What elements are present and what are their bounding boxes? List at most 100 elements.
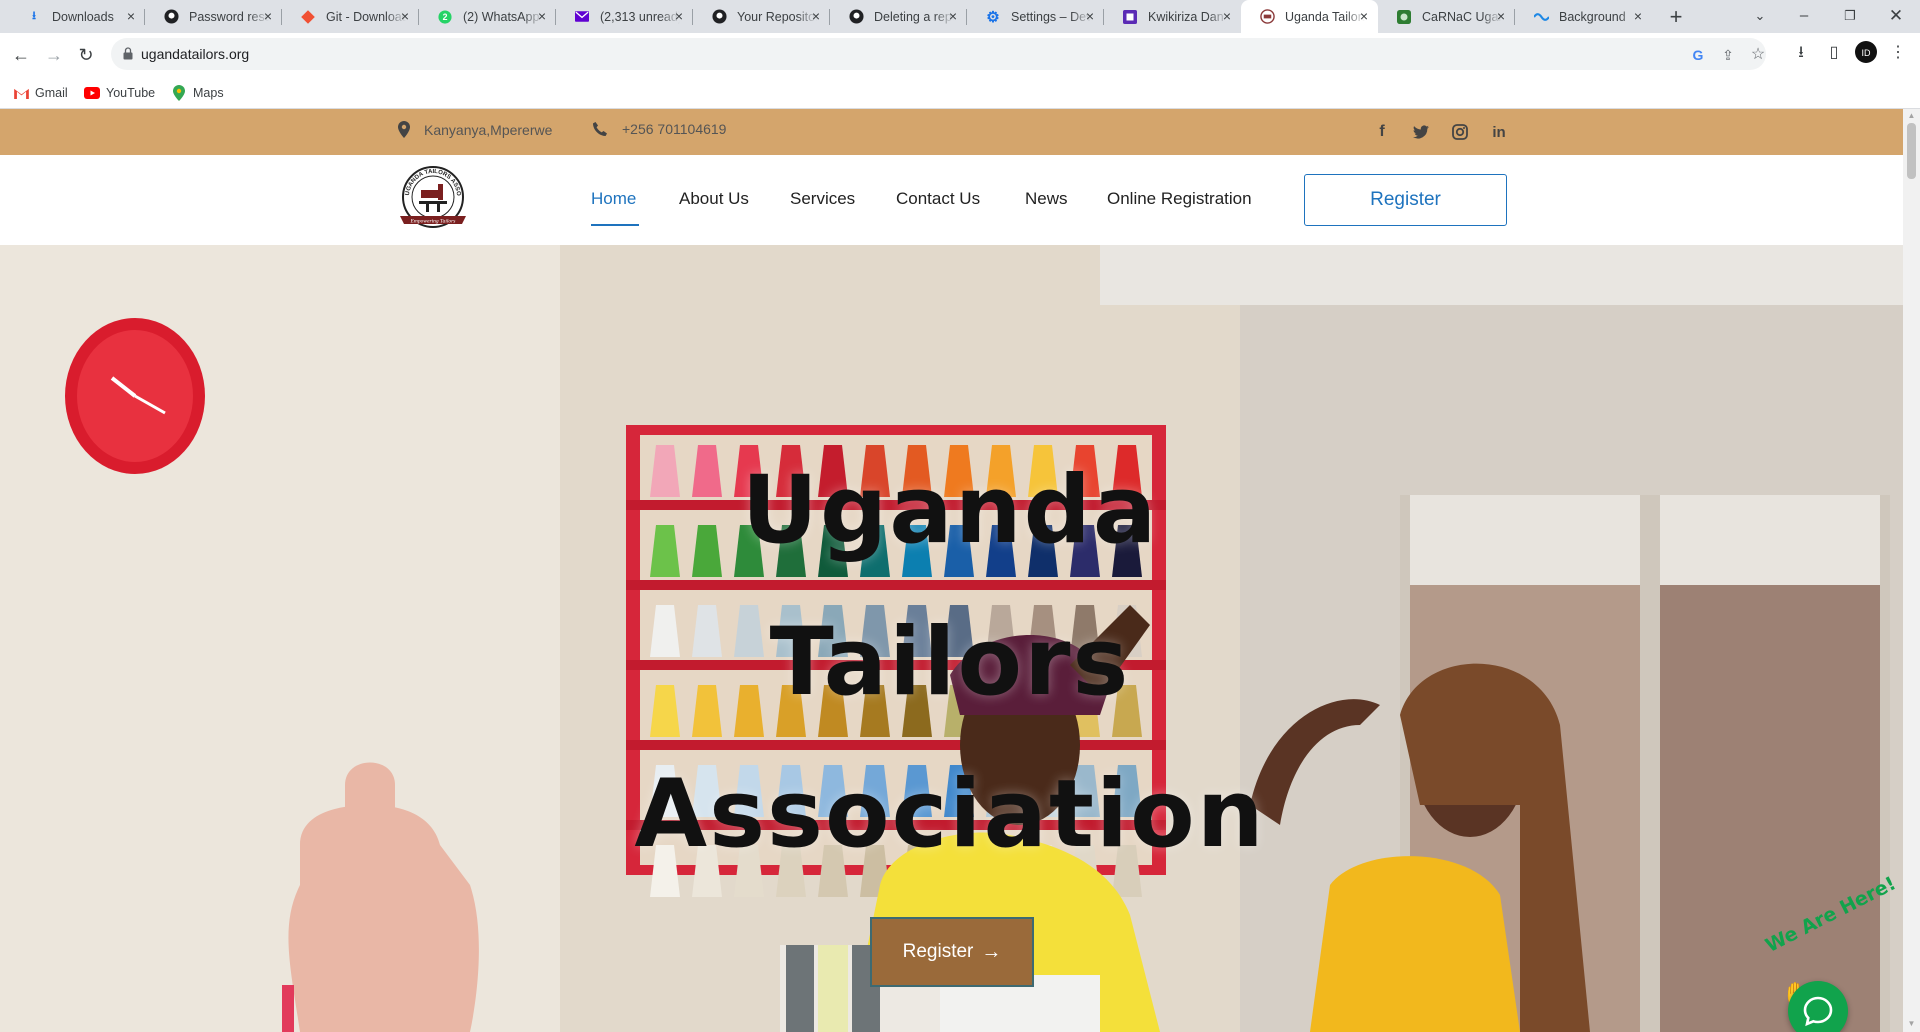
whatsapp-icon: 2 (437, 9, 453, 25)
hero-title-line: Uganda (741, 456, 1159, 565)
forward-button[interactable]: → (40, 41, 68, 69)
twitter-icon[interactable] (1411, 122, 1431, 142)
restore-button[interactable]: ❐ (1827, 0, 1873, 33)
tailor-icon (1259, 9, 1275, 25)
tab-title: Uganda Tailors (1285, 9, 1365, 24)
phone-text: +256 701104619 (622, 121, 727, 137)
tab-title: Deleting a repo (874, 9, 954, 24)
chat-widget-button[interactable] (1788, 981, 1848, 1032)
site-logo[interactable]: UGANDA TAILORS ASSOCIATION Empowering Ta… (394, 160, 470, 234)
close-icon[interactable]: × (534, 8, 550, 24)
bookmark-gmail[interactable]: Gmail (13, 83, 68, 103)
menu-kebab-icon[interactable]: ⋮ (1886, 41, 1910, 65)
tab-mail[interactable]: (2,313 unread) × (556, 0, 693, 33)
tab-background[interactable]: Background × (1515, 0, 1652, 33)
close-icon[interactable]: × (1630, 8, 1646, 24)
downloads-icon[interactable]: ⭳ (1789, 41, 1813, 65)
hero-register-button[interactable]: Register → (870, 917, 1034, 987)
tab-search-button[interactable]: ⌄ (1737, 0, 1783, 33)
new-tab-button[interactable]: + (1662, 3, 1690, 31)
tab-title: Password reset (189, 9, 269, 24)
svg-text:Empowering Tailors: Empowering Tailors (410, 219, 456, 225)
github-icon (848, 9, 864, 25)
close-icon[interactable]: × (1082, 8, 1098, 24)
close-icon[interactable]: × (1493, 8, 1509, 24)
close-icon[interactable]: × (808, 8, 824, 24)
close-icon[interactable]: × (397, 8, 413, 24)
github-icon (711, 9, 727, 25)
close-icon[interactable]: × (945, 8, 961, 24)
site-topbar: Kanyanya,Mpererwe +256 701104619 f in (0, 109, 1903, 155)
page-scrollbar[interactable]: ▲ ▼ (1903, 109, 1920, 1032)
share-icon[interactable]: ⇪ (1719, 46, 1737, 64)
browser-toolbar: ← → ↻ ugandatailors.org G ⇪ ☆ ⭳ ▯ ID ⋮ (0, 33, 1920, 77)
maps-icon (171, 85, 187, 101)
tab-downloads[interactable]: ⭳ Downloads × (8, 0, 145, 33)
arrow-right-icon: → (981, 940, 1002, 963)
instagram-icon[interactable] (1450, 122, 1470, 142)
close-icon[interactable]: × (671, 8, 687, 24)
hero-title-line: Association (634, 760, 1266, 869)
facebook-icon[interactable]: f (1372, 122, 1392, 142)
close-window-button[interactable]: ✕ (1873, 0, 1919, 33)
carnac-icon (1396, 9, 1412, 25)
close-icon[interactable]: × (1356, 8, 1372, 24)
nav-services[interactable]: Services (790, 189, 855, 209)
bookmark-maps[interactable]: Maps (171, 83, 224, 103)
back-button[interactable]: ← (7, 41, 35, 69)
scroll-down-arrow[interactable]: ▼ (1907, 1019, 1916, 1028)
nav-online-registration[interactable]: Online Registration (1107, 189, 1252, 209)
profile-avatar[interactable]: ID (1854, 41, 1878, 65)
map-pin-icon (398, 121, 410, 138)
wave-icon (1533, 9, 1549, 25)
close-icon[interactable]: × (260, 8, 276, 24)
chat-bubble-icon (1803, 996, 1833, 1027)
browser-tab-strip: ⭳ Downloads × Password reset × Git - Dow… (0, 0, 1920, 33)
bookmark-label: Gmail (35, 86, 68, 100)
nav-contact-us[interactable]: Contact Us (896, 189, 980, 209)
reload-button[interactable]: ↻ (72, 41, 100, 69)
phone-info: +256 701104619 (592, 121, 726, 137)
tab-your-repositories[interactable]: Your Repositories × (693, 0, 830, 33)
hero-register-label: Register (902, 941, 974, 962)
side-panel-icon[interactable]: ▯ (1822, 41, 1846, 65)
tab-kwikiriza[interactable]: Kwikiriza Dan × (1104, 0, 1241, 33)
tab-carnac[interactable]: CaRNaC Uganda × (1378, 0, 1515, 33)
main-navigation: UGANDA TAILORS ASSOCIATION Empowering Ta… (0, 155, 1903, 245)
tab-title: Kwikiriza Dan (1148, 9, 1224, 24)
youtube-icon (84, 85, 100, 101)
register-button[interactable]: Register (1304, 174, 1507, 226)
url-text: ugandatailors.org (141, 46, 250, 62)
nav-about-us[interactable]: About Us (679, 189, 749, 209)
bookmark-star-icon[interactable]: ☆ (1749, 46, 1767, 64)
nav-news[interactable]: News (1025, 189, 1068, 209)
nav-home[interactable]: Home (591, 189, 636, 209)
lock-icon (123, 47, 133, 60)
svg-text:ID: ID (1862, 48, 1872, 58)
tab-settings[interactable]: ⚙ Settings – Dev × (967, 0, 1104, 33)
tab-title: Background (1559, 9, 1626, 24)
scroll-up-arrow[interactable]: ▲ (1907, 111, 1916, 120)
svg-text:2: 2 (443, 12, 448, 22)
tab-git-downloads[interactable]: Git - Downloads × (282, 0, 419, 33)
linkedin-icon[interactable]: in (1489, 122, 1509, 142)
scrollbar-thumb[interactable] (1907, 123, 1916, 179)
bookmark-label: YouTube (106, 86, 156, 100)
tab-deleting-repo[interactable]: Deleting a repo × (830, 0, 967, 33)
google-translate-icon[interactable]: G (1689, 46, 1707, 64)
phone-icon (593, 122, 607, 136)
hero-section: Uganda Tailors Association Register → We… (0, 245, 1903, 1032)
location-info: Kanyanya,Mpererwe (398, 121, 552, 138)
tab-whatsapp[interactable]: 2 (2) WhatsApp × (419, 0, 556, 33)
close-icon[interactable]: × (123, 8, 139, 24)
tab-title: Settings – Dev (1011, 9, 1091, 24)
mail-icon (574, 9, 590, 25)
tab-password-reset[interactable]: Password reset × (145, 0, 282, 33)
minimize-button[interactable]: – (1781, 0, 1827, 33)
wall-clock (65, 318, 205, 474)
address-bar[interactable]: ugandatailors.org G ⇪ ☆ (111, 38, 1766, 70)
bookmark-youtube[interactable]: YouTube (84, 83, 155, 103)
tab-uganda-tailors[interactable]: Uganda Tailors × (1241, 0, 1378, 33)
close-icon[interactable]: × (1219, 8, 1235, 24)
tab-title: Git - Downloads (326, 9, 406, 24)
